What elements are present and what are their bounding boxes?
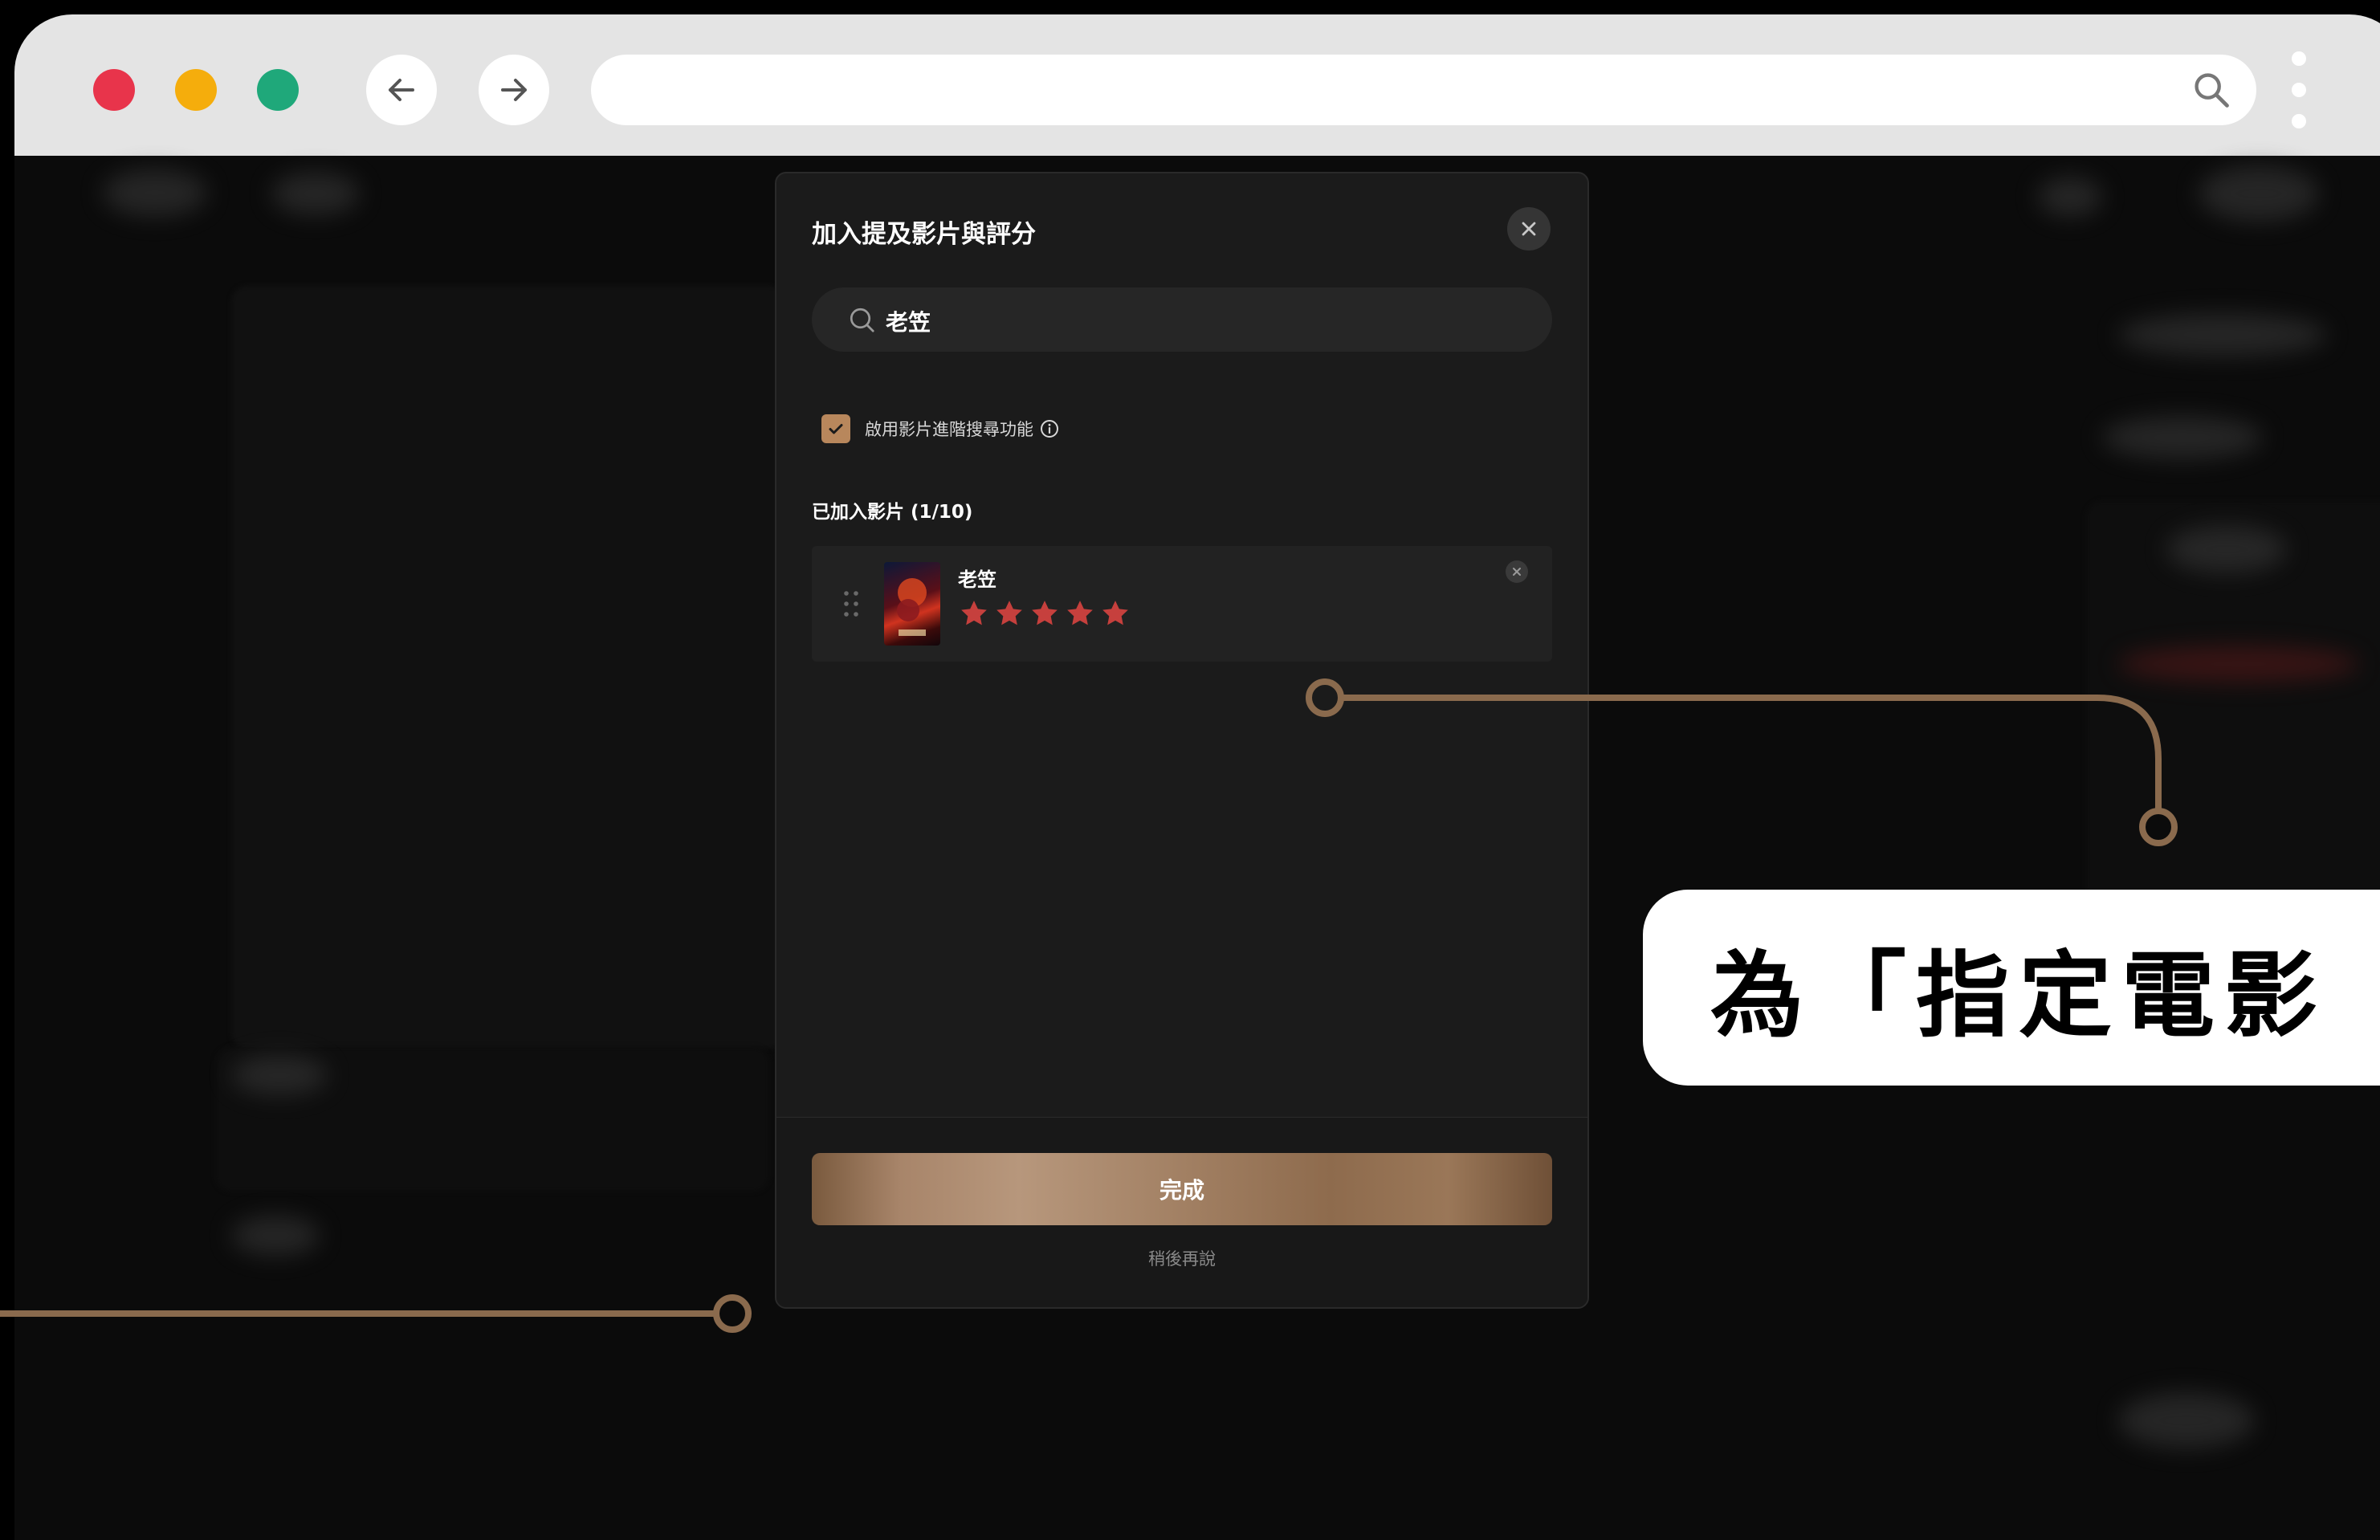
background-blur [2166,525,2287,573]
background-blur [2038,177,2102,217]
close-icon [1513,568,1521,576]
background-blur [231,1216,320,1256]
close-window-dot[interactable] [93,69,135,111]
advanced-search-checkbox[interactable] [821,414,850,443]
callout-text: 為「指定電影 [1710,942,2327,1050]
checkmark-icon [829,424,843,434]
movie-poster [884,562,940,646]
background-card [231,286,785,1049]
forward-button[interactable] [479,55,549,125]
more-menu-icon[interactable] [2292,51,2308,128]
background-blur [2199,165,2319,222]
drag-handle-icon[interactable] [842,589,860,618]
done-button[interactable]: 完成 [812,1153,1552,1225]
search-value: 老笠 [886,309,931,336]
back-button[interactable] [366,55,437,125]
later-link[interactable]: 稍後再說 [776,1246,1587,1270]
arrow-right-icon [501,79,527,101]
close-icon [1522,222,1536,236]
remove-movie-button[interactable] [1506,560,1528,583]
added-movies-heading: 已加入影片 (1/10) [812,502,973,523]
star-rating[interactable] [958,597,1135,629]
background-blur [271,172,360,215]
list-item: 老笠 [812,546,1552,662]
dialog-title: 加入提及影片與評分 [812,220,1036,249]
close-button[interactable] [1507,207,1551,251]
background-blur [2118,646,2359,682]
background-blur [2102,416,2263,459]
arrow-left-icon [389,79,414,101]
info-icon[interactable] [1040,419,1059,438]
background-blur [103,169,207,217]
background-blur [2118,313,2327,356]
dialog-footer: 完成 稍後再說 [776,1117,1587,1307]
search-icon [2195,73,2229,108]
callout-label: 為「指定電影 [1643,890,2380,1086]
maximize-window-dot[interactable] [257,69,299,111]
star-icon[interactable] [958,597,990,629]
movie-search-input[interactable]: 老笠 [812,287,1552,352]
star-icon[interactable] [1029,597,1061,629]
advanced-search-toggle[interactable]: 啟用影片進階搜尋功能 [821,413,1059,445]
advanced-search-label: 啟用影片進階搜尋功能 [865,420,1033,439]
browser-toolbar [14,14,2380,156]
minimize-window-dot[interactable] [175,69,217,111]
background-blur [231,1055,328,1095]
background-blur [2118,1392,2255,1448]
star-icon[interactable] [1064,597,1096,629]
star-icon[interactable] [993,597,1025,629]
address-bar[interactable] [591,55,2256,125]
browser-window: 加入提及影片與評分 老笠 啟用影片進階搜尋功能 已加入影片 (1/10) 老笠 … [14,14,2380,1540]
star-icon[interactable] [1099,597,1131,629]
add-movie-rating-dialog: 加入提及影片與評分 老笠 啟用影片進階搜尋功能 已加入影片 (1/10) 老笠 … [775,172,1589,1309]
search-icon [850,308,874,332]
movie-title: 老笠 [958,568,996,591]
